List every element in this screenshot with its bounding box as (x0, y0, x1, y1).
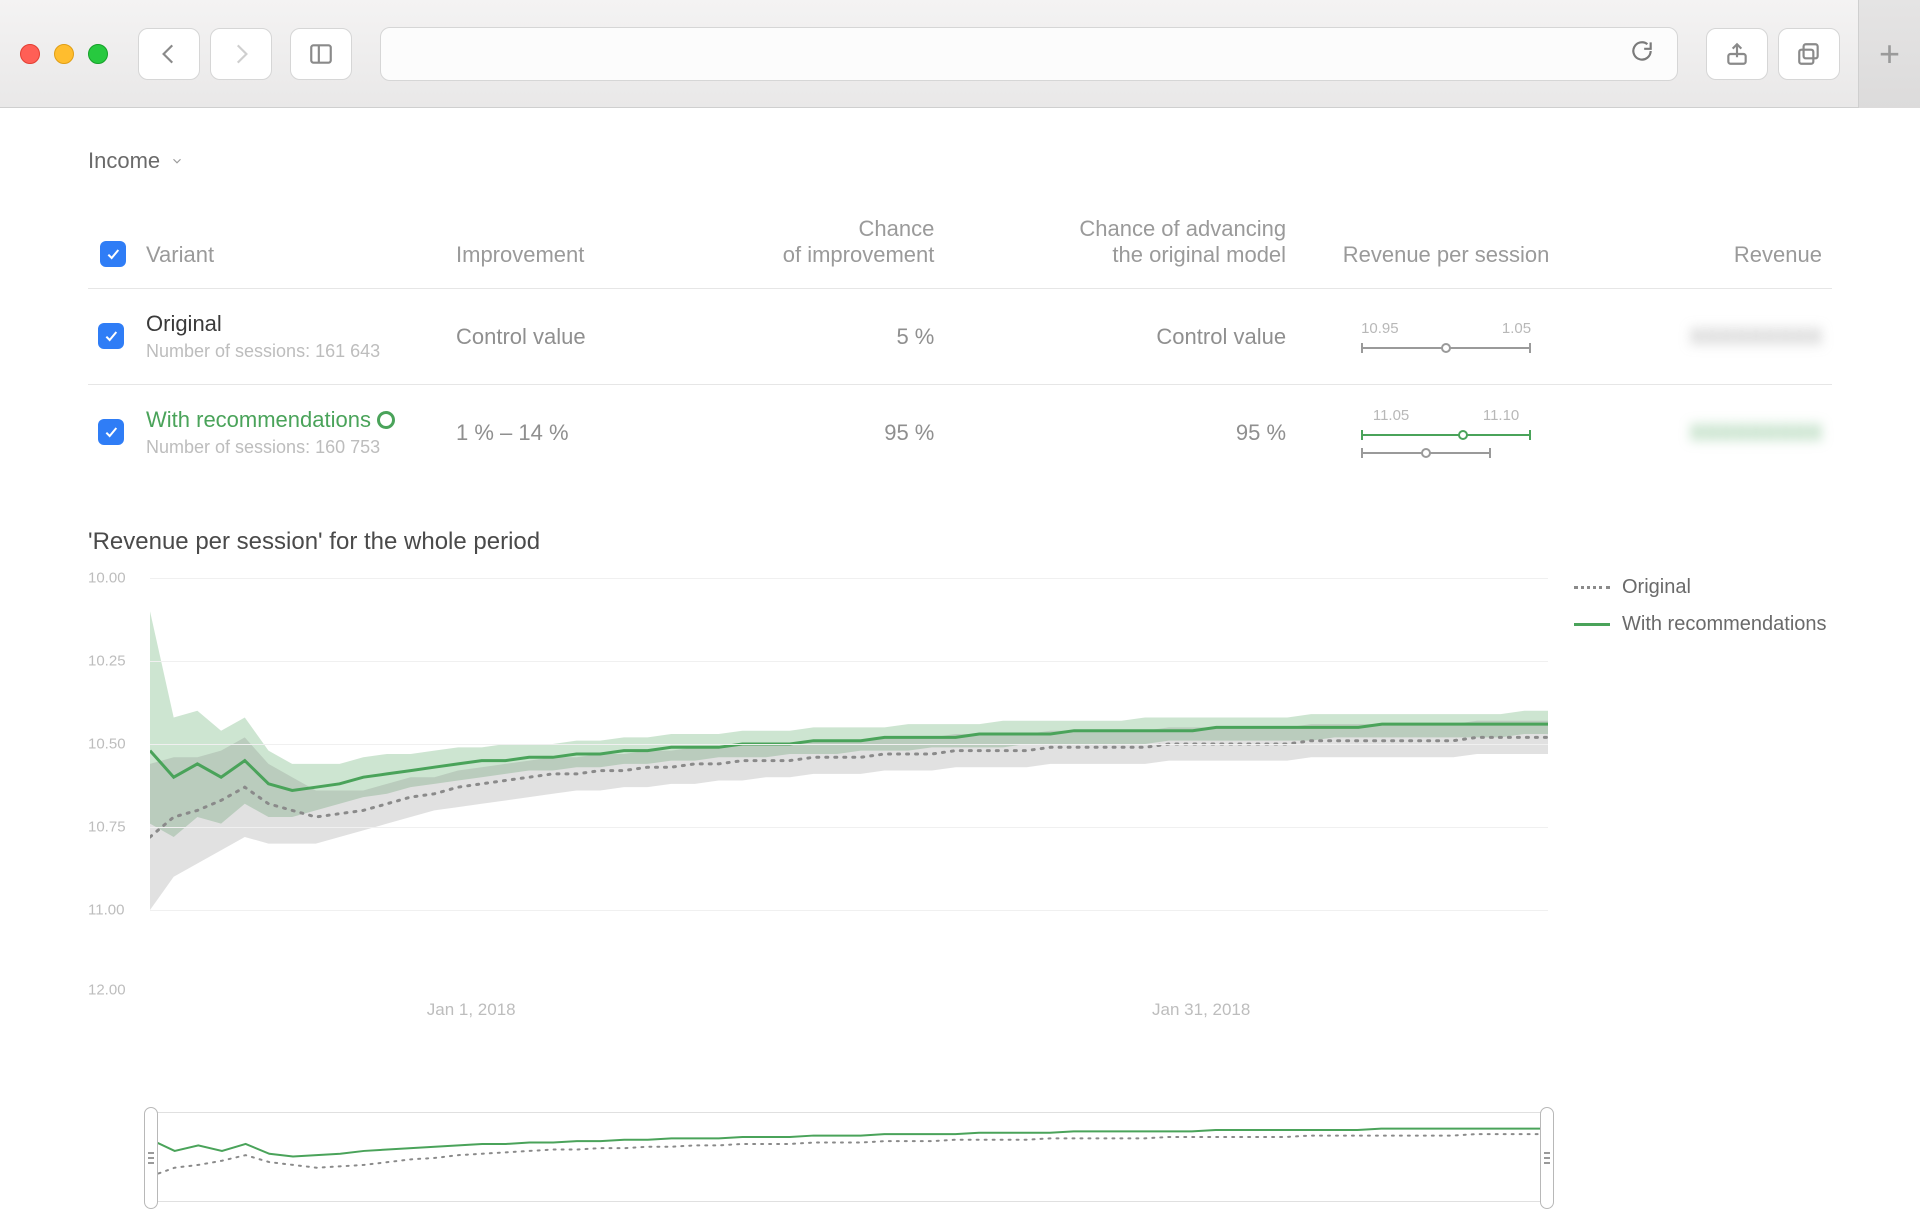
chevron-down-icon (170, 154, 184, 168)
variant-checkbox[interactable] (98, 419, 124, 445)
reload-icon[interactable] (1629, 38, 1655, 69)
y-tick: 10.25 (88, 653, 126, 670)
improvement-value: Control value (446, 289, 678, 385)
chart-plot-area (150, 570, 1548, 950)
y-tick: 11.00 (88, 902, 124, 919)
back-button[interactable] (138, 28, 200, 80)
fullscreen-window-button[interactable] (88, 44, 108, 64)
chance-advance-value: Control value (944, 289, 1296, 385)
col-variant: Variant (136, 202, 446, 289)
y-tick: 10.75 (88, 819, 126, 836)
minimize-window-button[interactable] (54, 44, 74, 64)
y-tick: 12.00 (88, 982, 126, 999)
col-chance-improvement: Chanceof improvement (678, 202, 944, 289)
revenue-value: XXXXXXXXX (1690, 420, 1822, 445)
tabs-button[interactable] (1778, 28, 1840, 80)
chance-improve-value: 5 % (678, 289, 944, 385)
share-button[interactable] (1706, 28, 1768, 80)
window-controls (20, 44, 108, 64)
y-tick: 10.00 (88, 570, 126, 587)
x-tick: Jan 31, 2018 (1152, 1000, 1250, 1020)
chance-improve-value: 95 % (678, 385, 944, 481)
chart-title: 'Revenue per session' for the whole peri… (88, 528, 1832, 556)
overview-plot (151, 1113, 1547, 1203)
variant-row-recommendations: With recommendations Number of sessions:… (88, 385, 1832, 481)
select-all-checkbox[interactable] (100, 241, 126, 267)
col-improvement: Improvement (446, 202, 678, 289)
col-rps: Revenue per session (1296, 202, 1596, 289)
variant-row-original: Original Number of sessions: 161 643 Con… (88, 289, 1832, 385)
page-content: Income Variant Improvement Chanceof impr… (0, 108, 1920, 1100)
variant-sessions: Number of sessions: 161 643 (146, 341, 436, 362)
solid-line-icon (1574, 623, 1610, 626)
variants-table: Variant Improvement Chanceof improvement… (88, 202, 1832, 480)
metric-selector[interactable]: Income (88, 148, 184, 174)
variant-name: With recommendations (146, 407, 395, 433)
address-bar[interactable] (380, 27, 1678, 81)
close-window-button[interactable] (20, 44, 40, 64)
improvement-value: 1 % – 14 % (446, 385, 678, 481)
x-tick: Jan 1, 2018 (427, 1000, 516, 1020)
variant-checkbox[interactable] (98, 323, 124, 349)
metric-selector-label: Income (88, 148, 160, 174)
legend-item-recommendations[interactable]: With recommendations (1574, 613, 1827, 636)
brush-handle-right[interactable] (1540, 1107, 1554, 1209)
variant-sessions: Number of sessions: 160 753 (146, 437, 436, 458)
rps-interval: 11.0511.10 (1306, 407, 1586, 458)
dotted-line-icon (1574, 586, 1610, 589)
y-tick: 10.50 (88, 736, 126, 753)
forward-button[interactable] (210, 28, 272, 80)
sidebar-button[interactable] (290, 28, 352, 80)
new-tab-button[interactable]: + (1858, 0, 1920, 108)
browser-toolbar: + (0, 0, 1920, 108)
winner-badge-icon (377, 411, 395, 429)
col-chance-advancing: Chance of advancingthe original model (944, 202, 1296, 289)
brush-handle-left[interactable] (144, 1107, 158, 1209)
legend-item-original[interactable]: Original (1574, 576, 1827, 599)
variant-name: Original (146, 311, 436, 337)
chance-advance-value: 95 % (944, 385, 1296, 481)
rps-interval: 10.951.05 (1306, 320, 1586, 353)
chart-brush[interactable] (150, 1112, 1548, 1202)
col-revenue: Revenue (1596, 202, 1832, 289)
rps-chart[interactable]: Jan 1, 2018 Jan 31, 2018 10.00 10.25 10.50… (88, 570, 1548, 1040)
revenue-value: XXXXXXXXX (1690, 324, 1822, 349)
chart-legend: Original With recommendations (1574, 570, 1827, 1040)
